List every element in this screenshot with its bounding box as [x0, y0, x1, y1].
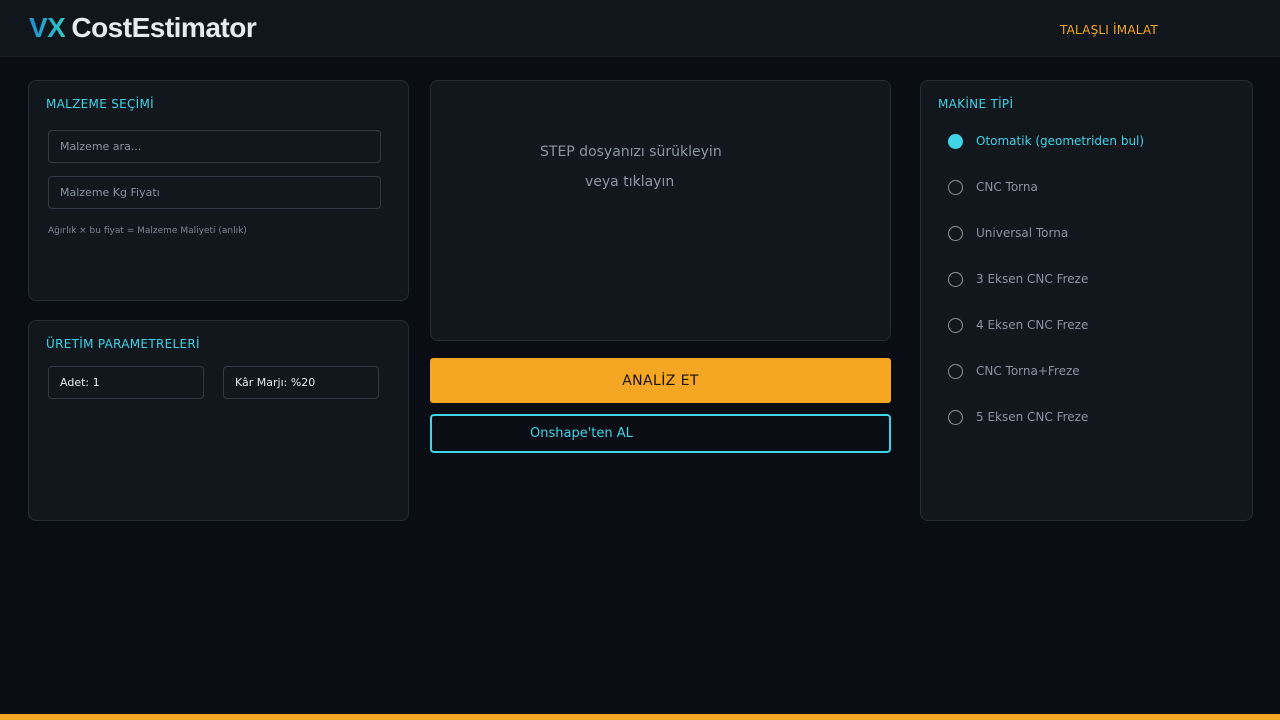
machine-option-3-axis-mill[interactable]: 3 Eksen CNC Freze: [948, 269, 1088, 289]
machine-option-label: 4 Eksen CNC Freze: [976, 318, 1089, 332]
machine-option-label: Otomatik (geometriden bul): [976, 134, 1145, 148]
material-price-input[interactable]: Malzeme Kg Fiyatı: [48, 176, 381, 209]
production-card: ÜRETİM PARAMETRELERİ Adet: 1 Kâr Marjı: …: [28, 320, 409, 521]
logo-mark: VX: [29, 12, 66, 43]
machine-option-auto[interactable]: Otomatik (geometriden bul): [948, 131, 1144, 151]
profit-margin-field[interactable]: Kâr Marjı: %20: [223, 366, 379, 399]
machine-option-universal-lathe[interactable]: Universal Torna: [948, 223, 1068, 243]
machine-option-lathe-mill[interactable]: CNC Torna+Freze: [948, 361, 1080, 381]
machine-type-card: MAKİNE TİPİ Otomatik (geometriden bul) C…: [920, 80, 1253, 521]
material-search-input[interactable]: Malzeme ara...: [48, 130, 381, 163]
machine-option-label: 3 Eksen CNC Freze: [976, 272, 1089, 286]
machine-option-label: CNC Torna: [976, 180, 1038, 194]
quantity-field[interactable]: Adet: 1: [48, 366, 204, 399]
material-title: MALZEME SEÇİMİ: [46, 97, 155, 111]
machine-option-4-axis-mill[interactable]: 4 Eksen CNC Freze: [948, 315, 1088, 335]
material-cost-hint: Ağırlık × bu fiyat = Malzeme Maliyeti (a…: [48, 226, 247, 236]
top-bar: VX CostEstimator TALAŞLI İMALAT: [0, 0, 1280, 57]
bottom-accent-bar: [0, 714, 1280, 720]
radio-icon[interactable]: [948, 363, 963, 379]
radio-icon[interactable]: [948, 409, 963, 425]
production-title: ÜRETİM PARAMETRELERİ: [46, 337, 200, 351]
radio-icon[interactable]: [948, 317, 963, 333]
app-logo[interactable]: VX CostEstimator: [29, 12, 257, 44]
step-file-dropzone[interactable]: STEP dosyanızı sürükleyin veya tıklayın: [430, 80, 891, 341]
mode-nav-item[interactable]: TALAŞLI İMALAT: [1060, 23, 1158, 37]
machine-option-label: 5 Eksen CNC Freze: [976, 410, 1089, 424]
radio-icon[interactable]: [948, 225, 963, 241]
analyze-button[interactable]: ANALİZ ET: [430, 358, 891, 403]
machine-type-title: MAKİNE TİPİ: [938, 97, 1014, 111]
radio-selected-icon[interactable]: [948, 133, 963, 149]
material-card: MALZEME SEÇİMİ Malzeme ara... Malzeme Kg…: [28, 80, 409, 301]
logo-name: CostEstimator: [71, 12, 257, 43]
dropzone-instruction-secondary: veya tıklayın: [585, 174, 675, 190]
onshape-import-button[interactable]: Onshape'ten AL: [430, 414, 891, 453]
analyze-button-label: ANALİZ ET: [622, 372, 699, 389]
onshape-button-label: Onshape'ten AL: [530, 426, 633, 441]
machine-option-cnc-lathe[interactable]: CNC Torna: [948, 177, 1038, 197]
machine-option-5-axis-mill[interactable]: 5 Eksen CNC Freze: [948, 407, 1088, 427]
radio-icon[interactable]: [948, 179, 963, 195]
dropzone-instruction: STEP dosyanızı sürükleyin: [540, 144, 722, 160]
machine-option-label: Universal Torna: [976, 226, 1069, 240]
machine-option-label: CNC Torna+Freze: [976, 364, 1080, 378]
radio-icon[interactable]: [948, 271, 963, 287]
